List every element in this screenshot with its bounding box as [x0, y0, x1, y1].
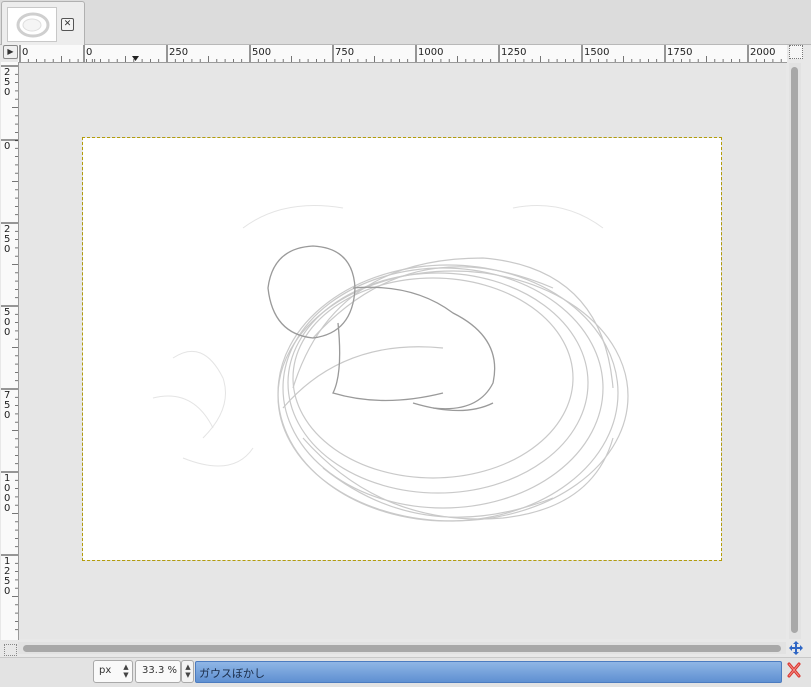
ruler-label-digit: 0: [4, 87, 10, 98]
ruler-label: 750: [4, 390, 10, 421]
menu-arrow-icon[interactable]: ▶: [3, 45, 18, 59]
ruler-label-digit: 0: [4, 141, 10, 152]
vertical-scrollbar[interactable]: [789, 63, 801, 639]
ruler-label: 1000: [4, 473, 10, 514]
ruler-label: 500: [4, 307, 10, 338]
unit-value: px: [99, 665, 112, 676]
status-message-text: ガウスぼかし: [199, 667, 265, 680]
status-message: ガウスぼかし: [195, 661, 782, 683]
image-thumbnail: [7, 7, 57, 42]
unit-selector[interactable]: px ▲ ▼: [93, 660, 133, 683]
updown-arrows-icon: ▲ ▼: [123, 663, 129, 679]
pointer-position-marker: [132, 56, 139, 61]
image-tab-bar: ✕: [0, 0, 811, 45]
ruler-label-digit: 0: [4, 244, 10, 255]
status-bar: px ▲ ▼ 33.3 % ▲ ▼ ガウスぼかし: [0, 657, 811, 687]
updown-arrows-icon: ▲ ▼: [185, 663, 191, 679]
horizontal-scroll-thumb[interactable]: [23, 645, 781, 652]
ruler-label: 1500: [584, 47, 609, 58]
ruler-label: 1250: [501, 47, 526, 58]
ruler-label: 250: [4, 67, 10, 98]
ruler-label: 2000: [750, 47, 775, 58]
image-canvas[interactable]: [19, 63, 786, 639]
horizontal-ruler[interactable]: 0 0 250 500 750 1000 1250 1500 1750 2000: [18, 45, 787, 63]
ruler-label-digit: 0: [4, 327, 10, 338]
image-tab[interactable]: ✕: [1, 1, 85, 45]
vertical-ruler[interactable]: 250025050075010001250: [1, 62, 19, 640]
horizontal-scrollbar[interactable]: [18, 642, 786, 654]
ruler-label: 0: [22, 47, 28, 58]
zoom-spinner[interactable]: ▲ ▼: [181, 660, 194, 683]
ruler-label: 1000: [418, 47, 443, 58]
ruler-label: 1250: [4, 556, 10, 597]
close-icon[interactable]: ✕: [61, 18, 74, 31]
nest-sketch-picture: [152, 205, 629, 522]
ruler-label: 0: [86, 47, 92, 58]
quick-mask-icon[interactable]: [4, 644, 17, 656]
navigate-icon[interactable]: [789, 641, 803, 655]
zoom-value: 33.3 %: [142, 665, 177, 676]
ruler-label-digit: 0: [4, 410, 10, 421]
ruler-label: 250: [4, 224, 10, 255]
ruler-label: 0: [4, 141, 10, 152]
ruler-label-digit: 0: [4, 586, 10, 597]
ruler-label: 500: [252, 47, 271, 58]
ruler-label: 750: [335, 47, 354, 58]
ruler-label: 250: [169, 47, 188, 58]
image-layer[interactable]: [82, 137, 722, 561]
zoom-to-window-icon[interactable]: [789, 45, 803, 59]
ruler-label-digit: 0: [4, 503, 10, 514]
vertical-scroll-thumb[interactable]: [791, 67, 798, 633]
zoom-input[interactable]: 33.3 %: [135, 660, 181, 683]
ruler-label: 1750: [667, 47, 692, 58]
cancel-icon[interactable]: [787, 662, 801, 678]
